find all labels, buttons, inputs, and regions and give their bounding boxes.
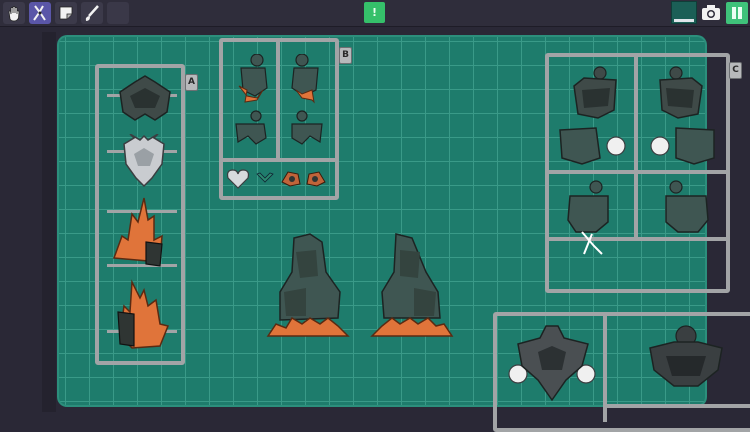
orange-spike-part[interactable] [110,196,168,270]
armor-part-joint-left[interactable] [556,124,630,166]
runner-a-label: A [185,74,198,91]
runner-b-gate [276,42,280,158]
pause-button[interactable] [726,2,748,24]
runner-b-gate [223,158,335,162]
armor-part-torso-left[interactable] [570,66,620,122]
camera-icon[interactable] [700,3,722,23]
nipper-tool-button[interactable] [29,2,51,24]
paint-tool-button[interactable] [81,2,103,24]
table-edge [42,32,56,412]
assembled-leg-left[interactable] [266,232,350,342]
armor-part-hip-right[interactable] [662,180,712,236]
toolbar: ! [0,0,750,27]
orange-spike-part[interactable] [112,276,170,352]
nipper-icon [33,5,46,21]
paint-brush-icon [85,5,99,21]
runner-c-gate [634,57,638,237]
armor-part-helmet[interactable] [506,322,600,402]
armor-part-silver-head[interactable] [118,134,170,188]
runner-b-label: B [339,47,352,64]
runner-d-gate [607,404,750,408]
runner-c-gate [549,237,726,241]
color-swatch-button[interactable] [671,1,697,24]
armor-part-chest[interactable] [115,74,175,124]
hand-icon [8,6,20,22]
assembled-leg-right[interactable] [370,232,454,342]
runner-c-label: C [729,62,742,79]
nipper-cursor-icon [581,231,603,255]
runner-c-gate [549,170,726,174]
sticker-tool-button[interactable] [55,2,77,24]
hint-button[interactable]: ! [364,2,385,23]
armor-part-torso-right[interactable] [656,66,706,122]
small-orange-part[interactable] [280,170,302,188]
empty-tool-slot[interactable] [107,2,129,24]
sticker-icon [59,6,73,20]
armor-part-shoulder-right[interactable] [288,54,324,106]
armor-part-shoulder-left[interactable] [235,54,271,106]
armor-part-joint-right[interactable] [646,124,720,166]
armor-part-arm-left[interactable] [234,110,268,146]
hand-tool-button[interactable] [3,2,25,24]
small-green-chevron-part[interactable] [256,172,274,186]
armor-part-back[interactable] [646,324,726,394]
armor-part-arm-right[interactable] [290,110,324,146]
small-orange-part[interactable] [305,170,327,188]
silver-heart-part[interactable] [226,168,250,190]
